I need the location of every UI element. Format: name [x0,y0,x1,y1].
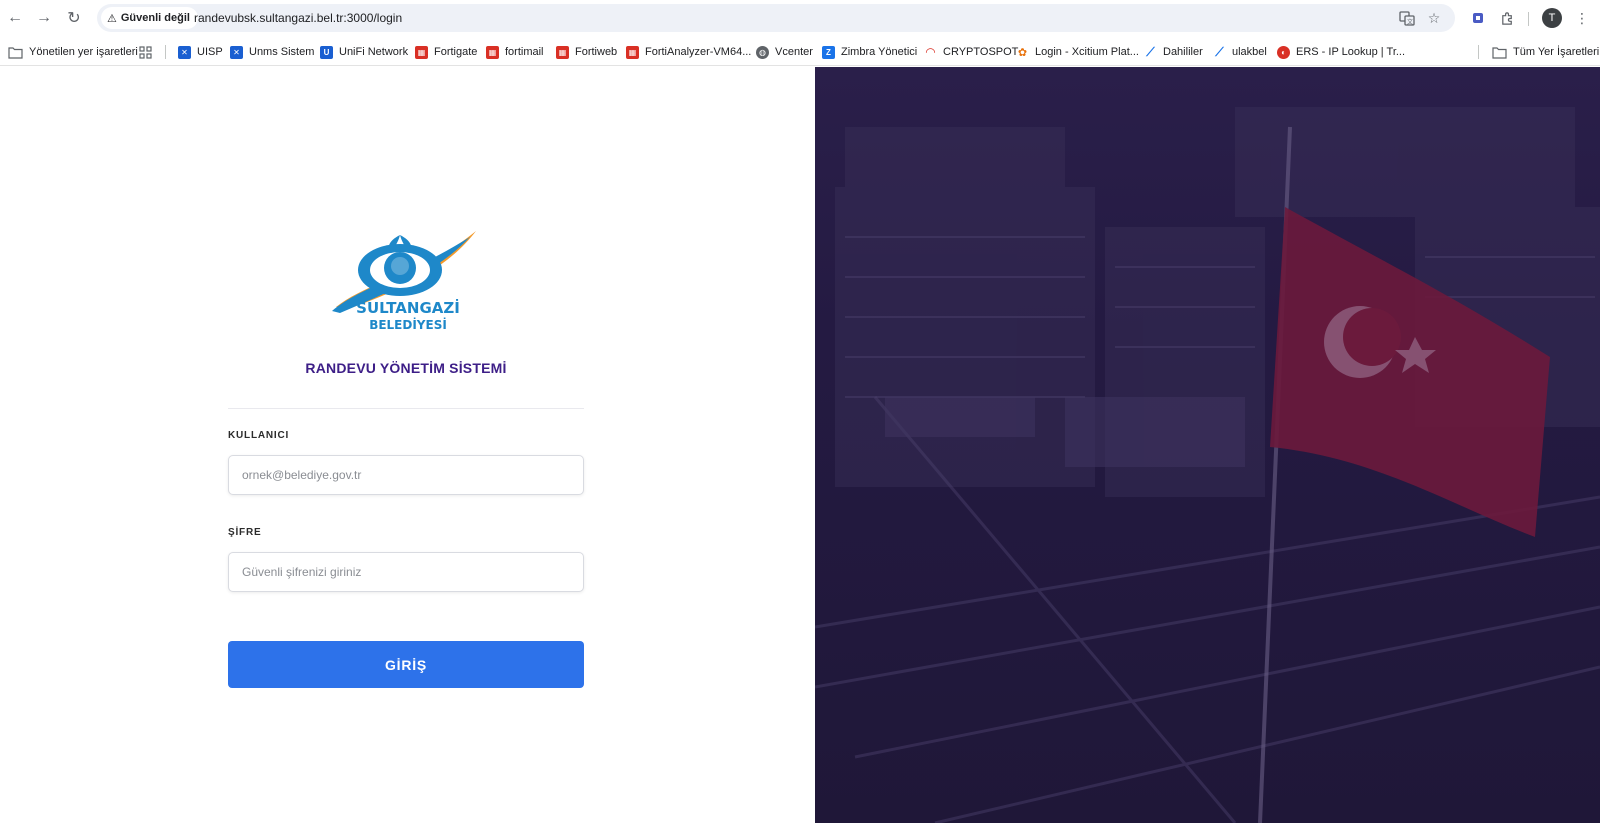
login-button[interactable]: GİRİŞ [228,641,584,688]
folder-icon [1492,46,1507,59]
managed-bookmarks-icon [8,46,23,59]
address-bar[interactable]: ⚠ Güvenli değil randevubsk.sultangazi.be… [97,4,1455,32]
reload-icon: ↻ [67,10,81,27]
bookmark-vcenter[interactable]: ◍ Vcenter [756,43,813,61]
profile-avatar[interactable]: T [1542,8,1562,28]
all-bookmarks-label: Tüm Yer İşaretleri [1513,46,1600,58]
unifi-icon: U [320,45,333,59]
arrow-right-icon: → [36,9,52,26]
translate-icon[interactable]: 文 [1397,8,1417,28]
browser-toolbar: ← → ↻ ⚠ Güvenli değil randevubsk.sultang… [0,0,1600,36]
bookmark-label: Vcenter [775,46,813,58]
ulakbel-icon: ⟋ [1215,44,1224,59]
page-title: RANDEVU YÖNETİM SİSTEMİ [305,360,507,376]
bookmark-fortimail[interactable]: ▦ fortimail [486,43,544,61]
bookmark-label: Fortigate [434,46,478,58]
security-chip[interactable]: ⚠ Güvenli değil [101,7,198,29]
warning-icon: ⚠ [107,12,117,25]
username-input[interactable] [229,456,583,494]
bookmark-label: Unms Sistem [249,46,315,58]
password-input[interactable] [229,553,583,591]
bookmark-label: Zimbra Yönetici [841,46,918,58]
username-field[interactable] [228,455,584,495]
logo-text-line1: SULTANGAZİ [356,298,460,317]
unms-icon: ✕ [230,45,243,59]
bookmark-cryptospot[interactable]: ◠ CRYPTOSPOT [924,43,1019,61]
bookmark-fortiweb[interactable]: ▦ Fortiweb [556,43,617,61]
ers-icon: ◐ [1277,45,1290,59]
bookmarks-divider [1478,45,1479,59]
apps-grid-icon [139,45,152,59]
bookmark-xcitium[interactable]: ✿ Login - Xcitium Plat... [1016,43,1139,61]
extension-app-icon[interactable] [1466,6,1490,30]
globe-icon: ◍ [756,45,769,59]
bookmark-unifi[interactable]: U UniFi Network [320,43,408,61]
bookmark-ers[interactable]: ◐ ERS - IP Lookup | Tr... [1277,43,1405,61]
bookmark-unms[interactable]: ✕ Unms Sistem [230,43,314,61]
bookmark-label: ulakbel [1232,46,1267,58]
bookmark-label: FortiAnalyzer-VM64... [645,46,752,58]
toolbar-divider [1528,12,1529,26]
apps-grid-button[interactable] [139,43,152,61]
bookmark-fortianalyzer[interactable]: ▦ FortiAnalyzer-VM64... [626,43,751,61]
bookmarks-divider [165,45,166,59]
xcitium-icon: ✿ [1017,46,1028,59]
security-label: Güvenli değil [120,12,190,24]
reload-button[interactable]: ↻ [62,6,86,30]
hero-building-illustration [815,107,1600,823]
uisp-icon: ✕ [178,45,191,59]
sultangazi-logo: SULTANGAZİ BELEDİYESİ [332,231,476,332]
bookmark-label: Dahililer [1163,46,1203,58]
bookmark-label: Yönetilen yer işaretleri [29,46,138,58]
fortiweb-icon: ▦ [556,45,569,59]
bookmark-label: CRYPTOSPOT [943,46,1019,58]
browser-menu-icon[interactable]: ⋮ [1570,6,1594,30]
fortigate-icon: ▦ [415,45,428,59]
password-label: ŞİFRE [228,527,262,538]
bookmark-zimbra[interactable]: Z Zimbra Yönetici [822,43,917,61]
bookmark-label: fortimail [505,46,544,58]
login-page: SULTANGAZİ BELEDİYESİ RANDEVU YÖNETİM Sİ… [0,67,1600,823]
login-panel: SULTANGAZİ BELEDİYESİ RANDEVU YÖNETİM Sİ… [0,67,815,823]
bookmark-uisp[interactable]: ✕ UISP [178,43,223,61]
bookmark-label: Fortiweb [575,46,618,58]
bookmark-dahililer[interactable]: ⟋ Dahililer [1144,43,1203,61]
password-field[interactable] [228,552,584,592]
svg-text:文: 文 [1407,18,1413,26]
hero-image [815,67,1600,823]
username-label: KULLANICI [228,430,290,441]
bookmark-ulakbel[interactable]: ⟋ ulakbel [1213,43,1267,61]
zimbra-icon: Z [822,45,835,59]
bookmark-managed[interactable]: Yönetilen yer işaretleri [8,43,138,61]
cryptospot-icon: ◠ [925,45,936,59]
forward-button[interactable]: → [32,6,56,30]
url-text[interactable]: randevubsk.sultangazi.bel.tr:3000/login [194,11,402,25]
logo-text-line2: BELEDİYESİ [369,317,447,332]
bookmark-fortigate[interactable]: ▦ Fortigate [415,43,477,61]
fortimail-icon: ▦ [486,45,499,59]
bookmark-label: UniFi Network [339,46,409,58]
back-button[interactable]: ← [3,6,27,30]
bookmarks-bar: Yönetilen yer işaretleri ✕ UISP ✕ Unms S… [0,38,1600,66]
bookmark-label: Login - Xcitium Plat... [1035,46,1139,58]
all-bookmarks-folder[interactable]: Tüm Yer İşaretleri [1492,43,1599,61]
bookmark-label: UISP [197,46,223,58]
dahililer-icon: ⟋ [1146,44,1155,59]
arrow-left-icon: ← [7,9,23,26]
bookmark-label: ERS - IP Lookup | Tr... [1296,46,1406,58]
fortianalyzer-icon: ▦ [626,45,639,59]
extensions-puzzle-icon[interactable] [1495,6,1519,30]
title-divider [228,408,584,409]
bookmark-star-icon[interactable]: ☆ [1424,8,1444,28]
